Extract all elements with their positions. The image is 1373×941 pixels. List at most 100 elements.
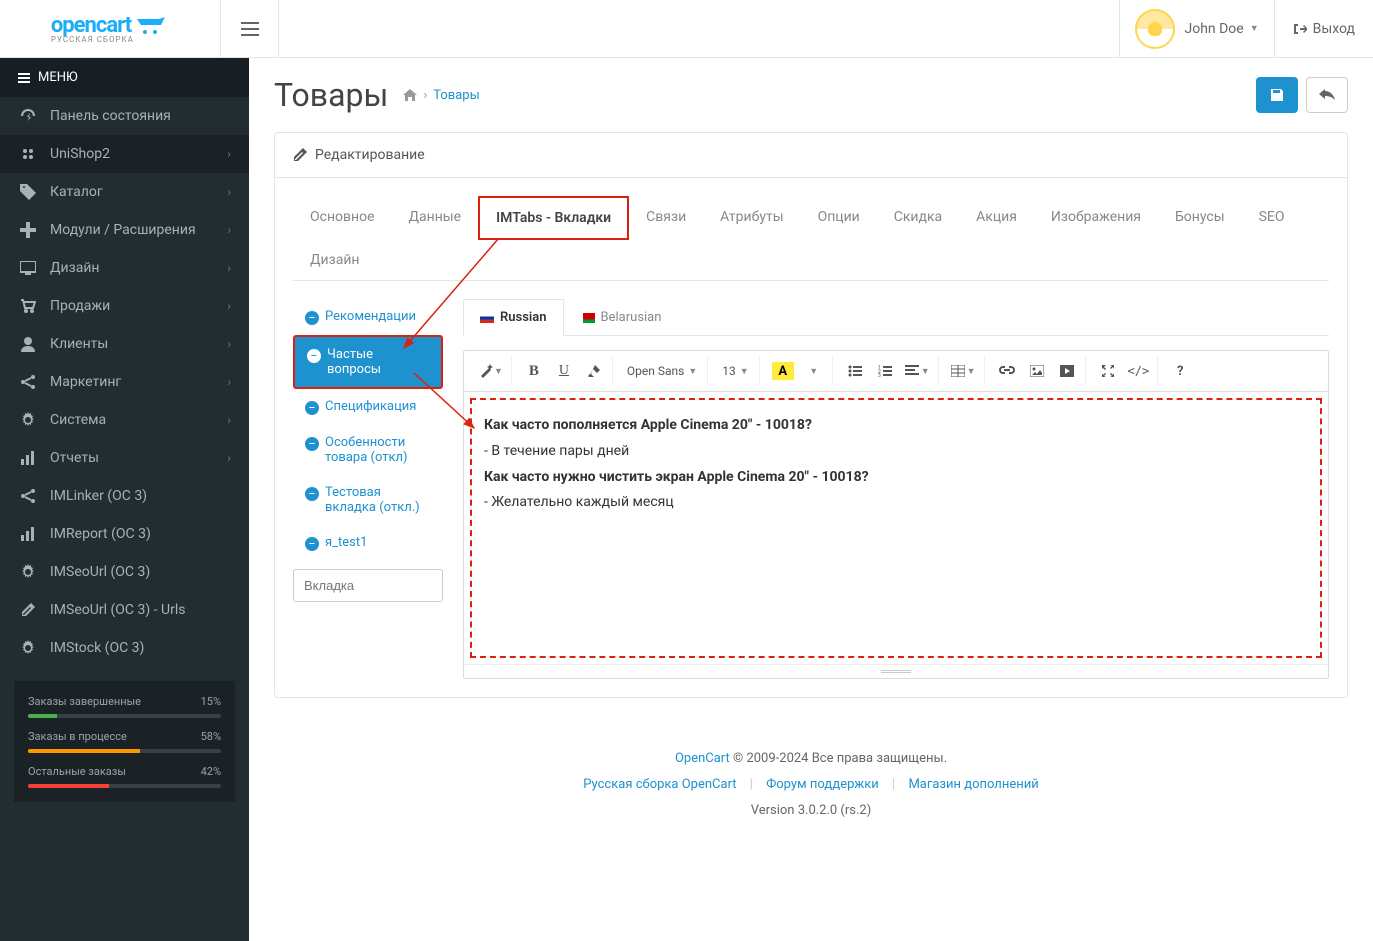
align-button[interactable]: ▼ xyxy=(901,357,934,385)
chevron-right-icon: › xyxy=(227,337,231,351)
codeview-button[interactable]: </> xyxy=(1124,357,1154,385)
table-button[interactable]: ▼ xyxy=(947,357,980,385)
stat-value: 58% xyxy=(201,730,221,743)
font-family-select[interactable]: Open Sans▼ xyxy=(621,357,703,385)
save-button[interactable] xyxy=(1256,77,1298,113)
stat-label: Остальные заказы xyxy=(28,765,126,778)
font-color-dropdown[interactable]: ▼ xyxy=(800,357,828,385)
vtab-label: Рекомендации xyxy=(325,309,416,324)
sidebar-icon xyxy=(18,451,38,465)
vertical-tab[interactable]: −я_test1 xyxy=(293,525,443,561)
sidebar-item-label: Каталог xyxy=(50,184,103,200)
footer-opencart-link[interactable]: OpenCart xyxy=(675,751,730,766)
product-tabs: ОсновноеДанныеIMTabs - ВкладкиСвязиАтриб… xyxy=(293,196,1329,281)
user-menu[interactable]: John Doe ▼ xyxy=(1119,0,1274,58)
help-button[interactable]: ? xyxy=(1166,357,1194,385)
bold-button[interactable]: B xyxy=(520,357,548,385)
sidebar-icon xyxy=(18,603,38,617)
sidebar-item[interactable]: Каталог› xyxy=(0,173,249,211)
ol-button[interactable]: 123 xyxy=(871,357,899,385)
sidebar-item[interactable]: IMSeoUrl (OC 3) xyxy=(0,553,249,591)
language-tab[interactable]: Belarusian xyxy=(564,299,679,336)
editor-content[interactable]: Как часто пополняется Apple Cinema 20" -… xyxy=(470,398,1322,658)
chevron-right-icon: › xyxy=(227,147,231,161)
vertical-tabs: −Рекомендации−Частые вопросы−Спецификаци… xyxy=(293,299,443,679)
lang-label: Russian xyxy=(500,310,547,325)
magic-icon[interactable]: ▼ xyxy=(474,357,507,385)
footer-addons-link[interactable]: Магазин дополнений xyxy=(908,777,1038,792)
home-icon[interactable] xyxy=(403,89,417,101)
product-tab[interactable]: Связи xyxy=(629,196,703,240)
product-tab[interactable]: SEO xyxy=(1242,196,1302,240)
sidebar-item-label: IMReport (OC 3) xyxy=(50,526,151,542)
sidebar-item[interactable]: Система› xyxy=(0,401,249,439)
product-tab[interactable]: Дизайн xyxy=(293,239,377,281)
remove-icon[interactable]: − xyxy=(305,487,319,501)
logout-button[interactable]: Выход xyxy=(1274,0,1373,58)
sidebar-item[interactable]: Панель состояния xyxy=(0,97,249,135)
sidebar-item[interactable]: IMReport (OC 3) xyxy=(0,515,249,553)
ul-button[interactable] xyxy=(841,357,869,385)
footer-forum-link[interactable]: Форум поддержки xyxy=(766,777,879,792)
remove-icon[interactable]: − xyxy=(305,437,319,451)
sidebar-item[interactable]: IMStock (OC 3) xyxy=(0,629,249,667)
product-tab[interactable]: Основное xyxy=(293,196,392,240)
vertical-tab[interactable]: −Особенности товара (откл) xyxy=(293,425,443,475)
sidebar-item-label: Отчеты xyxy=(50,450,99,466)
sidebar-item-label: IMLinker (OC 3) xyxy=(50,488,147,504)
footer-russian-link[interactable]: Русская сборка OpenCart xyxy=(583,777,736,792)
vertical-tab[interactable]: −Частые вопросы xyxy=(293,335,443,389)
fullscreen-button[interactable] xyxy=(1094,357,1122,385)
main: Товары › Товары xyxy=(249,58,1373,941)
lang-label: Belarusian xyxy=(601,310,662,325)
sidebar-icon xyxy=(18,527,38,541)
vertical-tab[interactable]: −Рекомендации xyxy=(293,299,443,335)
sidebar-item[interactable]: UniShop2› xyxy=(0,135,249,173)
product-tab[interactable]: IMTabs - Вкладки xyxy=(478,196,629,240)
caret-down-icon: ▼ xyxy=(1250,23,1259,34)
image-button[interactable] xyxy=(1023,357,1051,385)
vtab-label: Частые вопросы xyxy=(327,347,429,377)
sidebar-item[interactable]: Продажи› xyxy=(0,287,249,325)
save-icon xyxy=(1269,87,1285,103)
language-tab[interactable]: Russian xyxy=(463,299,564,336)
underline-button[interactable]: U xyxy=(550,357,578,385)
product-tab[interactable]: Бонусы xyxy=(1158,196,1242,240)
sidebar-item[interactable]: Модули / Расширения› xyxy=(0,211,249,249)
vtab-label: Особенности товара (откл) xyxy=(325,435,431,465)
sidebar-item[interactable]: Маркетинг› xyxy=(0,363,249,401)
product-tab[interactable]: Изображения xyxy=(1034,196,1158,240)
back-button[interactable] xyxy=(1306,77,1348,113)
new-tab-input[interactable] xyxy=(293,569,443,602)
vertical-tab[interactable]: −Спецификация xyxy=(293,389,443,425)
link-button[interactable] xyxy=(993,357,1021,385)
font-size-select[interactable]: 13▼ xyxy=(716,357,754,385)
breadcrumb-link[interactable]: Товары xyxy=(433,88,479,103)
logo[interactable]: opencart РУССКАЯ СБОРКА xyxy=(0,13,220,44)
video-button[interactable] xyxy=(1053,357,1081,385)
sidebar-item[interactable]: Клиенты› xyxy=(0,325,249,363)
product-tab[interactable]: Атрибуты xyxy=(703,196,800,240)
sidebar-item[interactable]: Дизайн› xyxy=(0,249,249,287)
sidebar-item[interactable]: Отчеты› xyxy=(0,439,249,477)
vertical-tab[interactable]: −Тестовая вкладка (откл.) xyxy=(293,475,443,525)
chevron-right-icon: › xyxy=(227,375,231,389)
hamburger-button[interactable] xyxy=(220,0,279,58)
stat-label: Заказы в процессе xyxy=(28,730,127,743)
faq-question: Как часто пополняется Apple Cinema 20" -… xyxy=(484,414,1308,438)
product-tab[interactable]: Данные xyxy=(392,196,479,240)
remove-icon[interactable]: − xyxy=(305,311,319,325)
product-tab[interactable]: Скидка xyxy=(877,196,959,240)
product-tab[interactable]: Акция xyxy=(959,196,1034,240)
remove-icon[interactable]: − xyxy=(307,349,321,363)
product-tab[interactable]: Опции xyxy=(801,196,877,240)
sidebar-icon xyxy=(18,109,38,123)
resize-handle[interactable] xyxy=(464,664,1328,678)
logout-label: Выход xyxy=(1313,21,1355,37)
font-color-button[interactable]: A xyxy=(768,357,798,385)
eraser-button[interactable] xyxy=(580,357,608,385)
sidebar-item[interactable]: IMSeoUrl (OC 3) - Urls xyxy=(0,591,249,629)
remove-icon[interactable]: − xyxy=(305,401,319,415)
remove-icon[interactable]: − xyxy=(305,537,319,551)
sidebar-item[interactable]: IMLinker (OC 3) xyxy=(0,477,249,515)
